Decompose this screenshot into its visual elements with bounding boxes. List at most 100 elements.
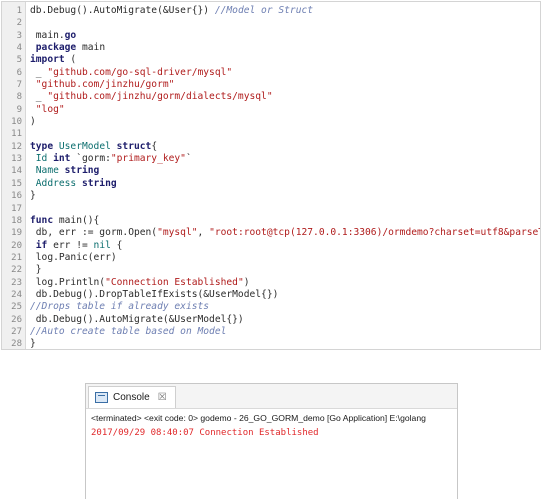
code-text: Id int `gorm:"primary_key"`	[30, 153, 192, 165]
line-number: 11	[11, 129, 22, 140]
code-token: {	[151, 140, 158, 152]
code-token: "github.com/jinzhu/gorm/dialects/mysql"	[47, 91, 273, 103]
code-token: `	[185, 153, 192, 165]
tab-console[interactable]: Console ☒	[88, 386, 176, 408]
code-token: go	[64, 29, 77, 41]
line-number: 5	[16, 55, 22, 66]
code-token: //Auto create table based on Model	[30, 325, 227, 337]
code-line: 12 type UserModel struct{	[2, 141, 540, 153]
code-text: log.Println("Connection Established")	[30, 277, 250, 289]
code-line: 26 db.Debug().AutoMigrate(&UserModel{})	[2, 314, 540, 326]
line-number: 25	[11, 302, 22, 313]
code-token: import	[30, 54, 65, 66]
code-text: main.go	[30, 30, 76, 42]
code-token: "github.com/go-sql-driver/mysql"	[47, 66, 233, 78]
code-text: }	[30, 190, 36, 202]
line-number: 26	[11, 314, 22, 325]
code-line: 28}	[2, 338, 540, 350]
line-number: 15	[11, 178, 22, 189]
code-line: 27 //Auto create table based on Model	[2, 326, 540, 338]
code-token: }	[30, 338, 36, 350]
code-text: Name string	[30, 165, 100, 177]
line-number: 8	[16, 92, 22, 103]
code-token: db.Debug().AutoMigrate(&User{})	[30, 5, 215, 16]
line-number: 3	[16, 30, 22, 41]
code-line: 22 }	[2, 264, 540, 276]
code-text: "github.com/jinzhu/gorm"	[30, 79, 175, 91]
code-token: db, err := gorm.Open(	[30, 227, 158, 239]
code-token: "log"	[30, 103, 65, 115]
line-number: 18	[11, 215, 22, 226]
code-line: 6 _ "github.com/go-sql-driver/mysql"	[2, 67, 540, 79]
console-output-line: 2017/09/29 08:40:07 Connection Establish…	[91, 428, 319, 438]
console-tabbar: Console ☒	[86, 384, 457, 409]
code-token: `gorm:	[70, 153, 111, 165]
code-text: }	[30, 338, 36, 350]
code-token: }	[30, 190, 36, 202]
line-number: 2	[16, 18, 22, 29]
code-line: 9 "log"	[2, 104, 540, 116]
code-line: 21 log.Panic(err)	[2, 252, 540, 264]
code-token: //Model or Struct	[214, 5, 314, 16]
code-token: Address	[30, 177, 82, 189]
code-token: if	[30, 239, 48, 251]
line-number: 12	[11, 141, 22, 152]
close-icon[interactable]: ☒	[158, 392, 167, 403]
code-line: 8 _ "github.com/jinzhu/gorm/dialects/mys…	[2, 91, 540, 103]
line-number: 10	[11, 117, 22, 128]
line-number: 20	[11, 240, 22, 251]
code-text: package main	[30, 42, 105, 54]
code-token: Id	[30, 153, 54, 165]
code-text: log.Panic(err)	[30, 252, 117, 264]
line-number: 24	[11, 289, 22, 300]
line-number: 7	[16, 80, 22, 91]
code-token: "github.com/jinzhu/gorm"	[30, 79, 175, 91]
code-token: )	[243, 276, 250, 288]
code-line: 13 Id int `gorm:"primary_key"`	[2, 153, 540, 165]
line-number: 19	[11, 228, 22, 239]
code-token: db.Debug().AutoMigrate(&UserModel{})	[30, 313, 244, 325]
code-token: "Connection Established"	[105, 276, 244, 288]
code-token: log.Panic(err)	[30, 251, 117, 263]
code-line: 16}	[2, 190, 540, 202]
code-token: _	[30, 66, 48, 78]
code-text: if err != nil {	[30, 239, 123, 252]
code-text: "log"	[30, 104, 65, 116]
code-token: db.Debug().DropTableIfExists(&UserModel{…	[30, 288, 279, 300]
code-line: 17	[2, 203, 540, 215]
code-text: Address string	[30, 178, 117, 190]
line-number: 23	[11, 277, 22, 288]
code-text: import (	[30, 54, 76, 66]
code-editor: 1 db.Debug().AutoMigrate(&User{}) //Model…	[1, 1, 541, 350]
code-token: UserModel	[53, 140, 117, 152]
code-token: }	[30, 264, 42, 276]
code-token: Name	[30, 165, 65, 177]
code-text: _ "github.com/jinzhu/gorm/dialects/mysql…	[30, 91, 273, 103]
line-number: 4	[16, 43, 22, 54]
code-text: db.Debug().AutoMigrate(&UserModel{})	[30, 314, 244, 326]
line-number: 22	[11, 265, 22, 276]
code-text: //Drops table if already exists	[30, 301, 209, 313]
code-line: 14 Name string	[2, 165, 540, 177]
code-token: struct	[116, 140, 152, 152]
code-text: db, err := gorm.Open("mysql", "root:root…	[30, 227, 540, 239]
code-token: "primary_key"	[110, 153, 186, 165]
code-line: 15 Address string	[2, 178, 540, 190]
code-token: main.	[30, 29, 65, 41]
code-text: _ "github.com/go-sql-driver/mysql"	[30, 67, 232, 79]
line-number: 9	[16, 104, 22, 115]
console-view: Console ☒ <terminated> <exit code: 0> go…	[85, 383, 458, 499]
line-number: 27	[11, 326, 22, 337]
code-text: func main(){	[30, 215, 99, 227]
code-token: main(){	[53, 214, 100, 226]
console-status-line: <terminated> <exit code: 0> godemo - 26_…	[91, 413, 426, 423]
line-number: 17	[11, 203, 22, 214]
code-token: {	[110, 239, 123, 251]
code-text: //Auto create table based on Model	[30, 326, 226, 338]
code-token: log.Println(	[30, 276, 106, 288]
code-token: (	[64, 54, 77, 66]
code-token: err !=	[47, 239, 94, 251]
code-line: 19 db, err := gorm.Open("mysql", "root:r…	[2, 227, 540, 239]
code-token: type	[30, 140, 54, 152]
code-token: string	[81, 177, 117, 189]
